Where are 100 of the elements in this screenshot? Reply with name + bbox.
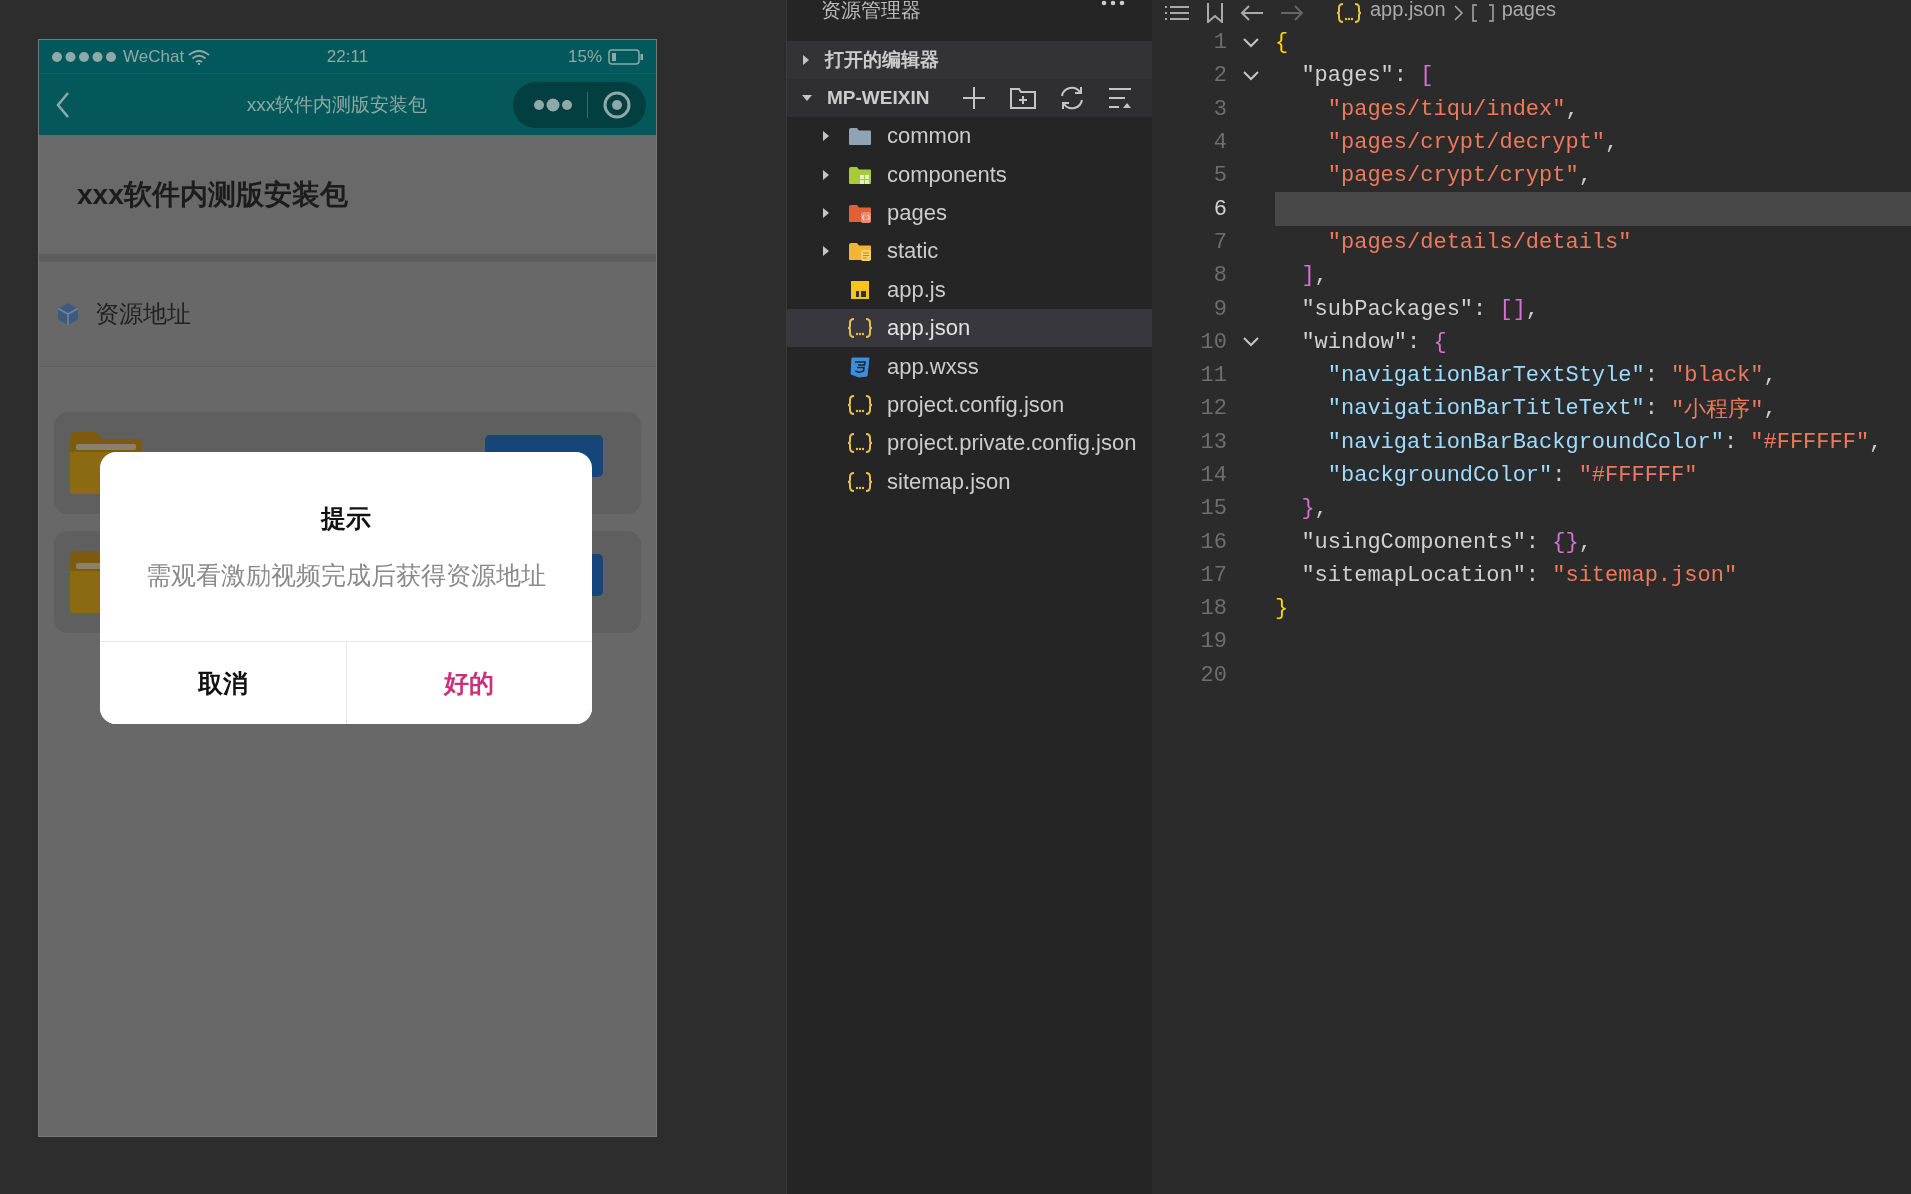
section-label: 资源地址: [95, 299, 191, 329]
more-icon[interactable]: [533, 97, 573, 112]
collapse-icon[interactable]: [1107, 86, 1133, 110]
list-icon[interactable]: [1164, 5, 1190, 21]
line-number: 15: [1199, 496, 1227, 522]
css-file-icon: [849, 355, 871, 378]
target-icon[interactable]: [602, 89, 632, 120]
chevron-right-icon[interactable]: [801, 54, 811, 66]
chevron-right-icon[interactable]: [821, 130, 831, 143]
chevron-right-icon[interactable]: [821, 168, 831, 181]
braces-icon: [1336, 2, 1362, 24]
explorer-title: 资源管理器: [821, 0, 921, 23]
fold-chevron-icon[interactable]: [1242, 69, 1260, 82]
folder-plus-icon[interactable]: [1009, 86, 1037, 110]
dialog-message: 需观看激励视频完成后获得资源地址: [146, 560, 546, 591]
chevron-icon: [1453, 5, 1464, 21]
line-number: 4: [1212, 130, 1227, 156]
folder-icon: [848, 126, 872, 147]
js-file-icon: [850, 279, 870, 300]
breadcrumb-item[interactable]: pages: [1501, 0, 1557, 21]
forward-arrow-icon[interactable]: [1280, 5, 1304, 21]
bracket: {}: [1552, 529, 1579, 555]
file-name: components: [887, 161, 1007, 188]
file-name: static: [887, 238, 939, 265]
line-number: 5: [1212, 163, 1227, 189]
line-number: 14: [1199, 463, 1227, 488]
fold-chevron-icon[interactable]: [1242, 36, 1260, 49]
punctuation: :: [1644, 396, 1659, 422]
file-tree-item[interactable]: sitemap.json: [787, 462, 1153, 501]
punctuation: ,: [1578, 529, 1592, 555]
line-number: 17: [1199, 562, 1227, 588]
bracket: {: [1433, 329, 1447, 355]
json-key: "usingComponents": [1275, 529, 1526, 555]
file-name: common: [887, 123, 972, 150]
punctuation: ,: [1763, 363, 1777, 389]
file-name: sitemap.json: [887, 468, 1011, 495]
line-number: 3: [1212, 96, 1227, 122]
line-number: 6: [1212, 196, 1227, 222]
punctuation: :: [1525, 562, 1541, 588]
braces-icon: [847, 393, 873, 416]
chevron-right-icon[interactable]: [821, 206, 831, 219]
punctuation: ,: [1578, 163, 1592, 189]
file-name: project.config.json: [887, 391, 1065, 418]
file-tree-item[interactable]: pages: [787, 193, 1153, 233]
section-header[interactable]: MP-WEIXIN: [787, 79, 1153, 117]
json-key: "backgroundColor": [1275, 463, 1553, 488]
line-number: 9: [1212, 296, 1227, 322]
string-literal: "#FFFFFF": [1578, 463, 1698, 488]
file-tree-item[interactable]: project.config.json: [787, 385, 1153, 425]
file-tree-item[interactable]: common: [787, 117, 1153, 156]
json-key: "pages": [1275, 63, 1394, 89]
breadcrumb-item[interactable]: app.json: [1370, 0, 1446, 21]
file-name: app.js: [887, 276, 946, 303]
section-label: MP-WEIXIN: [827, 87, 931, 109]
bracket: [: [1420, 63, 1434, 89]
brackets-icon: [1471, 4, 1494, 22]
section-label: 打开的编辑器: [825, 48, 940, 72]
line-number: 12: [1199, 396, 1227, 422]
line-number: 16: [1199, 529, 1227, 555]
file-tree-item[interactable]: app.json: [787, 308, 1153, 348]
file-tree-item[interactable]: app.wxss: [787, 347, 1153, 386]
bracket: ]: [1300, 263, 1315, 289]
punctuation: ,: [1763, 396, 1777, 422]
fold-chevron-icon[interactable]: [1242, 336, 1260, 349]
back-icon[interactable]: [55, 90, 71, 119]
json-key: "navigationBarTextStyle": [1275, 363, 1645, 389]
file-name: app.json: [887, 315, 971, 342]
file-tree-item[interactable]: components: [787, 155, 1153, 194]
refresh-icon[interactable]: [1059, 85, 1085, 111]
line-number: 2: [1212, 63, 1227, 89]
section-header[interactable]: 打开的编辑器: [787, 41, 1153, 79]
json-key: "navigationBarBackgroundColor": [1275, 429, 1724, 455]
punctuation: :: [1723, 429, 1739, 455]
back-arrow-icon[interactable]: [1240, 5, 1264, 21]
chevron-right-icon[interactable]: [821, 245, 831, 258]
string-literal: "black": [1671, 363, 1764, 389]
line-number: 18: [1199, 596, 1227, 622]
more-icon[interactable]: [1101, 0, 1125, 6]
plus-icon[interactable]: [961, 85, 987, 111]
punctuation: :: [1525, 529, 1541, 555]
punctuation: ,: [1869, 429, 1883, 455]
string-literal: "pages/crypt/decrypt": [1326, 130, 1606, 156]
bookmark-icon[interactable]: [1206, 3, 1224, 23]
braces-icon: [847, 317, 873, 340]
bracket: }: [1300, 496, 1315, 522]
dialog-title: 提示: [321, 503, 371, 534]
json-key: "subPackages": [1275, 296, 1474, 322]
file-name: pages: [887, 199, 947, 226]
cube-icon: [57, 302, 79, 326]
braces-icon: [847, 470, 873, 493]
chevron-down-icon[interactable]: [801, 93, 813, 103]
line-number: 13: [1199, 429, 1227, 455]
file-tree-item[interactable]: project.private.config.json: [787, 424, 1153, 463]
line-number: 11: [1199, 363, 1227, 389]
file-tree-item[interactable]: app.js: [787, 270, 1153, 309]
braces-icon: [847, 432, 873, 455]
confirm-button[interactable]: 好的: [345, 642, 592, 724]
line-number: 20: [1199, 662, 1227, 688]
punctuation: ,: [1565, 96, 1579, 122]
file-tree-item[interactable]: static: [787, 232, 1153, 271]
